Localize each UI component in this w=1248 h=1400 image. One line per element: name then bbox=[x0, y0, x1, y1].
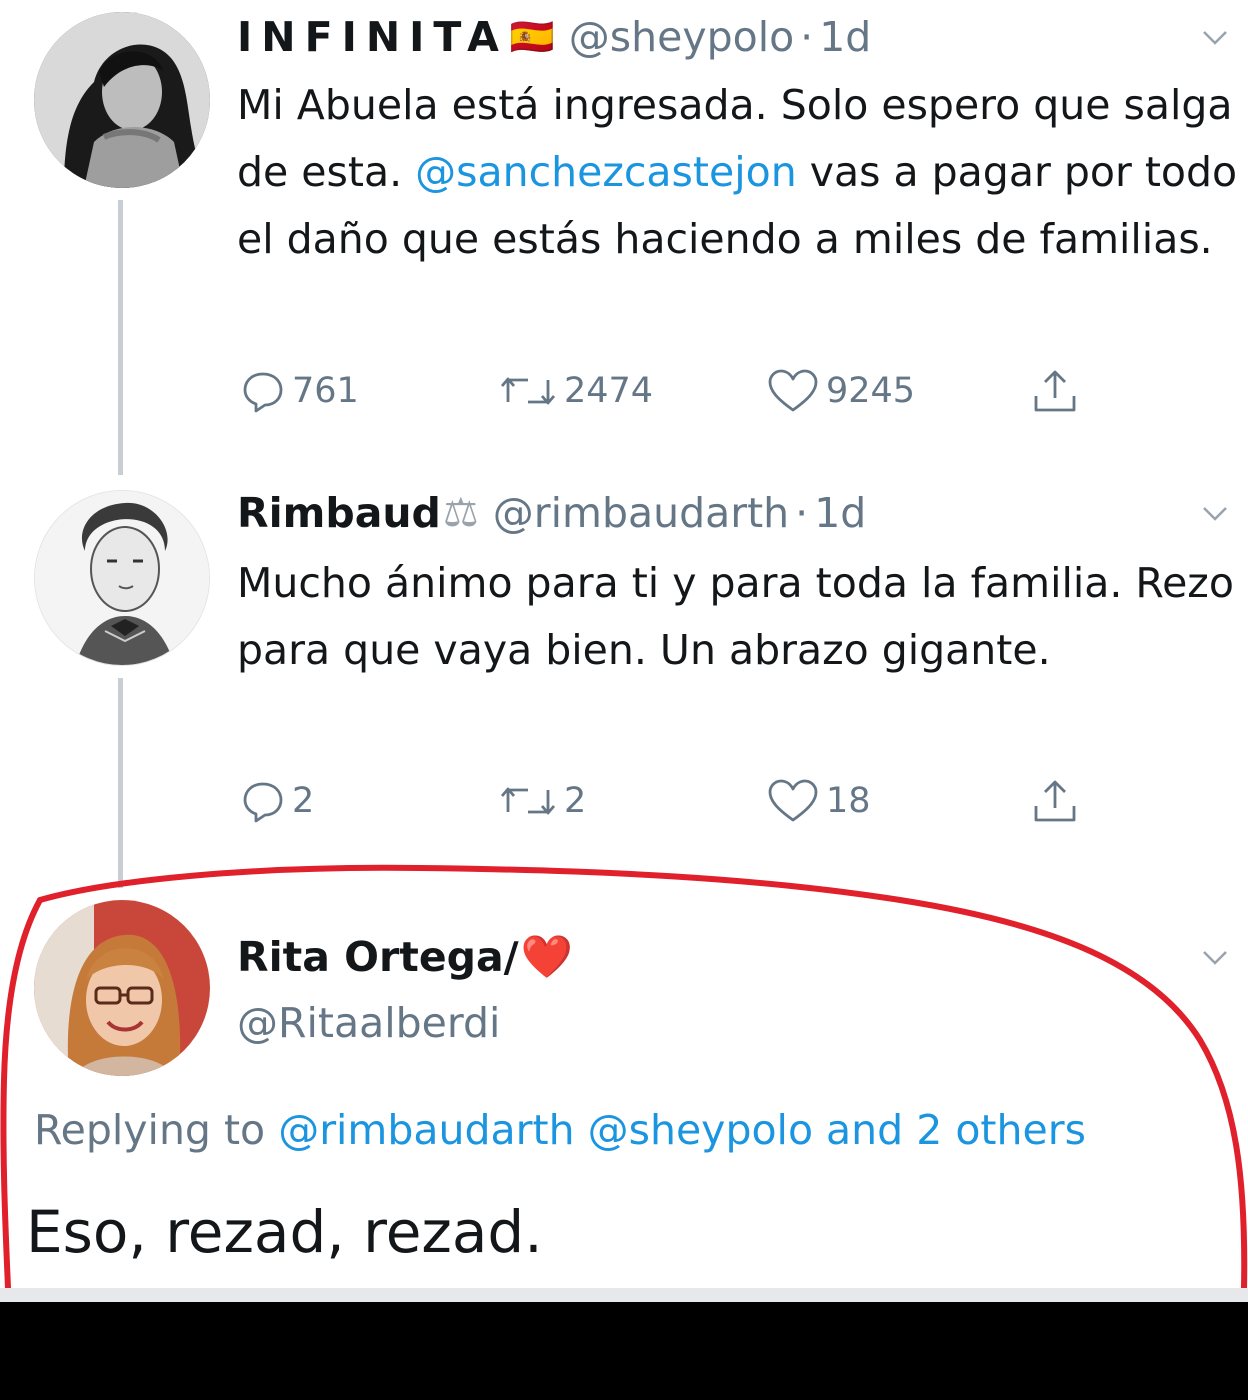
reply-count: 2 bbox=[292, 781, 315, 821]
retweet-count: 2 bbox=[564, 781, 587, 821]
tweet-header: Rimbaud ⚖ @rimbaudarth · 1d bbox=[237, 482, 866, 544]
heart-icon: ❤️ bbox=[520, 932, 573, 981]
replying-to-label: Replying to bbox=[34, 1106, 279, 1154]
replying-to-users-link[interactable]: @rimbaudarth @sheypolo and 2 others bbox=[278, 1106, 1086, 1154]
share-icon bbox=[1034, 370, 1076, 412]
like-button[interactable]: 18 bbox=[766, 776, 871, 826]
tweet-actions: 2 2 18 bbox=[240, 776, 1100, 826]
reply-count: 761 bbox=[292, 371, 359, 411]
retweet-count: 2474 bbox=[564, 371, 654, 411]
reply-icon bbox=[243, 372, 283, 413]
like-button[interactable]: 9245 bbox=[766, 366, 915, 416]
spain-flag-icon: 🇪🇸 bbox=[509, 17, 555, 58]
tweet-thread-screen: INFINITA 🇪🇸 @sheypolo · 1d Mi Abuela est… bbox=[0, 0, 1248, 1288]
reply-button[interactable]: 761 bbox=[240, 366, 359, 416]
replying-to-line: Replying to @rimbaudarth @sheypolo and 2… bbox=[34, 1106, 1086, 1154]
separator-dot: · bbox=[795, 489, 809, 537]
user-handle[interactable]: @sheypolo bbox=[569, 13, 794, 61]
thread-line bbox=[118, 200, 123, 475]
thread-line bbox=[118, 678, 123, 888]
chevron-down-icon[interactable] bbox=[1200, 942, 1230, 972]
bottom-bar bbox=[0, 1288, 1248, 1302]
chevron-down-icon[interactable] bbox=[1200, 22, 1230, 52]
tweet-text: Mucho ánimo para ti y para toda la famil… bbox=[237, 559, 1234, 674]
like-count: 18 bbox=[826, 781, 871, 821]
reply-name-line: Rita Ortega/ ❤️ bbox=[237, 926, 573, 988]
reply-handle-line: @Ritaalberdi bbox=[237, 992, 500, 1054]
chevron-down-icon[interactable] bbox=[1200, 498, 1230, 528]
timestamp[interactable]: 1d bbox=[819, 13, 871, 61]
share-button[interactable] bbox=[1030, 366, 1080, 416]
timestamp[interactable]: 1d bbox=[814, 489, 866, 537]
display-name[interactable]: Rimbaud bbox=[237, 489, 441, 537]
retweet-button[interactable]: 2474 bbox=[498, 366, 653, 416]
like-count: 9245 bbox=[826, 371, 916, 411]
reply-icon bbox=[243, 782, 283, 823]
mention-link[interactable]: @sanchezcastejon bbox=[415, 148, 797, 196]
like-icon bbox=[768, 779, 818, 822]
avatar-sheypolo[interactable] bbox=[34, 12, 210, 188]
tweet-header: INFINITA 🇪🇸 @sheypolo · 1d bbox=[237, 6, 871, 68]
reply-text: Eso, rezad, rezad. bbox=[26, 1198, 543, 1266]
user-handle[interactable]: @Ritaalberdi bbox=[237, 999, 500, 1047]
reply-button[interactable]: 2 bbox=[240, 776, 314, 826]
separator-dot: · bbox=[800, 13, 814, 61]
scales-icon: ⚖ bbox=[442, 490, 479, 536]
avatar-ritaalberdi[interactable] bbox=[34, 900, 210, 1076]
avatar-photo bbox=[34, 12, 210, 188]
share-icon bbox=[1034, 780, 1076, 822]
like-icon bbox=[768, 369, 818, 412]
user-handle[interactable]: @rimbaudarth bbox=[493, 489, 789, 537]
avatar-photo bbox=[35, 491, 209, 665]
display-name[interactable]: Rita Ortega/ bbox=[237, 933, 519, 981]
retweet-icon bbox=[500, 377, 556, 405]
retweet-button[interactable]: 2 bbox=[498, 776, 586, 826]
avatar-rimbaudarth[interactable] bbox=[34, 490, 210, 666]
tweet-actions: 761 2474 9245 bbox=[240, 366, 1100, 416]
avatar-photo bbox=[34, 900, 210, 1076]
display-name[interactable]: INFINITA bbox=[237, 13, 508, 61]
retweet-icon bbox=[500, 787, 556, 815]
tweet-text: Mi Abuela está ingresada. Solo espero qu… bbox=[237, 72, 1242, 273]
share-button[interactable] bbox=[1030, 776, 1080, 826]
